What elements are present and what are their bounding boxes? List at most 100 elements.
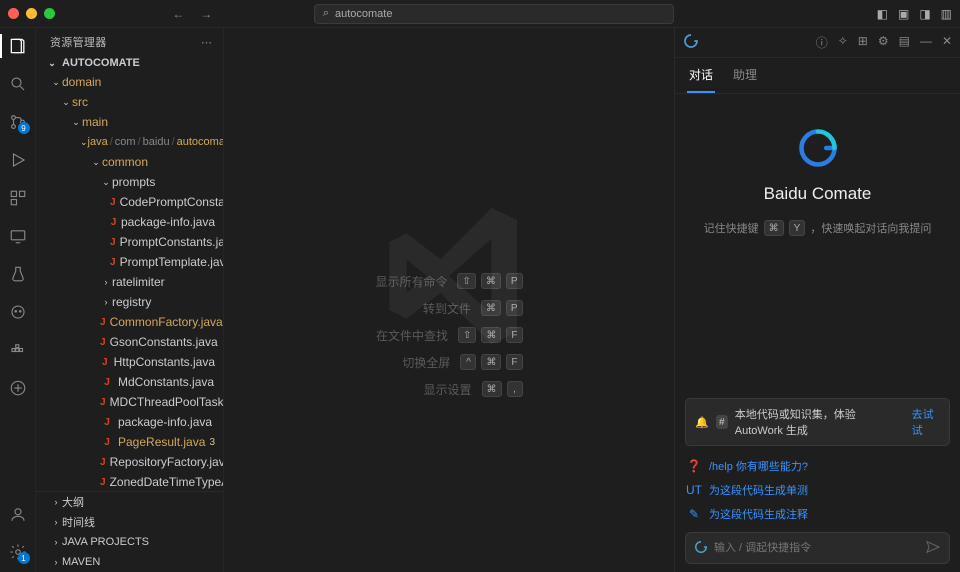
- accounts-icon[interactable]: [8, 504, 28, 524]
- folder-registry[interactable]: ›registry: [36, 292, 223, 312]
- quick-icon: ❓: [687, 459, 701, 473]
- vscode-watermark-icon: [364, 191, 534, 361]
- send-icon[interactable]: [925, 539, 941, 558]
- panel-body: Baidu Comate 记住快捷键 ⌘ Y ，快速唤起对话向我提问: [675, 94, 960, 390]
- comate-big-logo-icon: [796, 126, 840, 170]
- comate-logo-icon: [683, 33, 699, 52]
- panel-close-icon[interactable]: ✕: [942, 34, 952, 51]
- comate-panel: ⓘ ✧ ⊞ ⚙ ▤ — ✕ 对话 助理 Baidu Comate 记住快捷键 ⌘…: [674, 28, 960, 572]
- minimize-window-icon[interactable]: [26, 8, 37, 19]
- docker-icon[interactable]: [8, 340, 28, 360]
- close-window-icon[interactable]: [8, 8, 19, 19]
- tab-chat[interactable]: 对话: [687, 58, 715, 93]
- file-item[interactable]: JPageResult.java3: [36, 432, 223, 452]
- editor-area: 显示所有命令⇧⌘P转到文件⌘P在文件中查找⇧⌘F切换全屏^⌘F显示设置⌘,: [224, 28, 674, 572]
- outline-section[interactable]: ›JAVA PROJECTS: [36, 532, 223, 552]
- layout-primary-icon[interactable]: ◧: [877, 7, 888, 21]
- folder-ratelimiter[interactable]: ›ratelimiter: [36, 272, 223, 292]
- file-item[interactable]: JMDCThreadPoolTaskExecutor.java: [36, 392, 223, 412]
- shortcut-hint: 记住快捷键 ⌘ Y ，快速唤起对话向我提问: [704, 220, 932, 236]
- panel-actions: ⓘ ✧ ⊞ ⚙ ▤ — ✕: [816, 34, 952, 51]
- folder-prompts[interactable]: ⌄prompts: [36, 172, 223, 192]
- panel-minimize-icon[interactable]: —: [920, 34, 932, 51]
- sidebar-footer: ›大纲›时间线›JAVA PROJECTS›MAVEN: [36, 491, 223, 572]
- outline-section[interactable]: ›MAVEN: [36, 552, 223, 572]
- bell-icon: 🔔: [695, 416, 709, 429]
- sidebar-more-icon[interactable]: ⋯: [201, 36, 213, 49]
- banner-text: 本地代码或知识集，体验 AutoWork 生成: [735, 406, 905, 438]
- live-share-icon[interactable]: [8, 378, 28, 398]
- search-text: autocomate: [335, 8, 392, 20]
- panel-feedback-icon[interactable]: ✧: [838, 34, 848, 51]
- search-activity-icon[interactable]: [8, 74, 28, 94]
- file-item[interactable]: JPromptTemplate.java: [36, 252, 223, 272]
- customize-layout-icon[interactable]: ▥: [941, 7, 952, 21]
- autowork-banner[interactable]: 🔔 # 本地代码或知识集，体验 AutoWork 生成 去试试: [685, 398, 950, 446]
- quick-actions-list: ❓/help 你有哪些能力? UT为这段代码生成单测 ✎为这段代码生成注释: [685, 456, 950, 532]
- key: ⌘: [482, 381, 502, 397]
- title-actions: ◧ ▣ ◨ ▥: [877, 7, 952, 21]
- explorer-sidebar: 资源管理器 ⋯ ⌄AUTOCOMATE ⌄domain ⌄src ⌄main ⌄…: [36, 28, 224, 572]
- nav-back-icon[interactable]: ←: [172, 7, 184, 21]
- search-icon: ⌕: [323, 7, 329, 20]
- nav-forward-icon[interactable]: →: [200, 7, 212, 21]
- file-item[interactable]: Jpackage-info.java: [36, 412, 223, 432]
- file-item[interactable]: JCodePromptConstants.java: [36, 192, 223, 212]
- hash-icon: #: [716, 415, 728, 429]
- panel-new-icon[interactable]: ▤: [899, 34, 910, 51]
- layout-secondary-icon[interactable]: ◨: [919, 7, 930, 21]
- project-header[interactable]: ⌄AUTOCOMATE: [36, 54, 223, 72]
- folder-main[interactable]: ⌄main: [36, 112, 223, 132]
- folder-java-path[interactable]: ⌄java/com/baidu/autocomate/d...: [36, 132, 223, 152]
- sidebar-header: 资源管理器 ⋯: [36, 28, 223, 54]
- file-item[interactable]: JZonedDateTimeTypeAdapter.java: [36, 472, 223, 491]
- panel-footer: 🔔 # 本地代码或知识集，体验 AutoWork 生成 去试试 ❓/help 你…: [675, 390, 960, 572]
- remote-icon[interactable]: [8, 226, 28, 246]
- panel-settings-icon[interactable]: ⚙: [878, 34, 889, 51]
- key: ,: [507, 381, 523, 397]
- window-controls: [8, 8, 55, 19]
- command-center[interactable]: ⌕ autocomate: [314, 4, 674, 24]
- file-item[interactable]: JHttpConstants.java: [36, 352, 223, 372]
- chat-input-box[interactable]: [685, 532, 950, 564]
- nav-arrows: ← →: [172, 7, 212, 21]
- quick-action[interactable]: ❓/help 你有哪些能力?: [687, 458, 948, 474]
- testing-icon[interactable]: [8, 264, 28, 284]
- file-item[interactable]: JCommonFactory.java2: [36, 312, 223, 332]
- file-item[interactable]: JMdConstants.java: [36, 372, 223, 392]
- banner-try-link[interactable]: 去试试: [912, 406, 940, 438]
- explorer-icon[interactable]: [8, 36, 28, 56]
- folder-common[interactable]: ⌄common: [36, 152, 223, 172]
- maximize-window-icon[interactable]: [44, 8, 55, 19]
- panel-info-icon[interactable]: ⓘ: [816, 34, 828, 51]
- extensions-icon[interactable]: [8, 188, 28, 208]
- hint-key-cmd: ⌘: [764, 220, 784, 236]
- file-item[interactable]: JPromptConstants.java: [36, 232, 223, 252]
- shortcut-row: 显示设置⌘,: [375, 381, 522, 398]
- settings-icon[interactable]: 1: [8, 542, 28, 562]
- file-item[interactable]: Jpackage-info.java: [36, 212, 223, 232]
- layout-panel-icon[interactable]: ▣: [898, 7, 909, 21]
- quick-icon: UT: [687, 483, 701, 497]
- tab-assistant[interactable]: 助理: [731, 58, 759, 93]
- run-debug-icon[interactable]: [8, 150, 28, 170]
- panel-tabs: 对话 助理: [675, 58, 960, 94]
- panel-history-icon[interactable]: ⊞: [858, 34, 868, 51]
- outline-section[interactable]: ›大纲: [36, 492, 223, 512]
- panel-toolbar: ⓘ ✧ ⊞ ⚙ ▤ — ✕: [675, 28, 960, 58]
- copilot-icon[interactable]: [8, 302, 28, 322]
- file-item[interactable]: JGsonConstants.java: [36, 332, 223, 352]
- folder-domain[interactable]: ⌄domain: [36, 72, 223, 92]
- quick-action[interactable]: ✎为这段代码生成注释: [687, 506, 948, 522]
- brand-title: Baidu Comate: [764, 184, 872, 204]
- file-item[interactable]: JRepositoryFactory.java: [36, 452, 223, 472]
- outline-section[interactable]: ›时间线: [36, 512, 223, 532]
- folder-src[interactable]: ⌄src: [36, 92, 223, 112]
- source-control-icon[interactable]: 9: [8, 112, 28, 132]
- quick-icon: ✎: [687, 507, 701, 521]
- hint-key-y: Y: [789, 220, 806, 236]
- chat-input[interactable]: [714, 542, 919, 554]
- scm-badge: 9: [18, 122, 30, 134]
- quick-action[interactable]: UT为这段代码生成单测: [687, 482, 948, 498]
- project-name: AUTOCOMATE: [62, 57, 140, 69]
